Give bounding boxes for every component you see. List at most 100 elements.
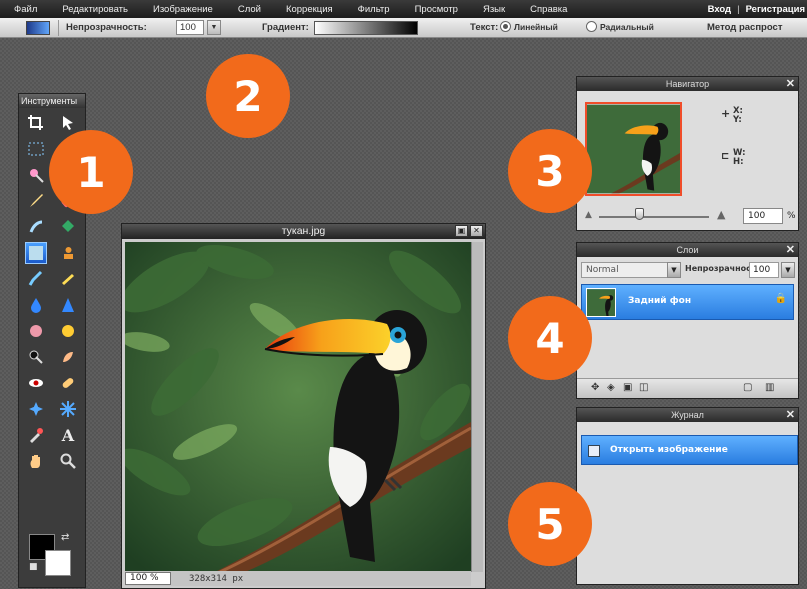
spot-heal-tool-icon[interactable] [57,372,79,394]
image-zoom-input[interactable]: 100 % [125,572,171,585]
maximize-icon[interactable]: ▣ [455,225,468,237]
gradient-preview[interactable] [314,21,418,35]
move-tool-icon[interactable] [57,112,79,134]
sharpen-tool-icon[interactable] [57,294,79,316]
paint-bucket-tool-icon[interactable] [57,216,79,238]
menu-language[interactable]: Язык [483,4,505,15]
navigator-panel: Навигатор ✕ + X: Y: ⊏ W: H: ▲ ▲ 100 % [576,76,799,231]
menu-file[interactable]: Файл [14,4,37,15]
tool-options-bar: Непрозрачность: 100 ▼ Градиент: Текст: Л… [0,18,807,38]
blend-mode-dropdown-icon[interactable]: ▼ [667,262,681,278]
lock-icon[interactable]: 🔒 [775,293,787,304]
gradient-tool-icon[interactable] [26,21,50,35]
type-tool-icon[interactable]: A [57,424,79,446]
close-icon[interactable]: ✕ [786,243,795,257]
crop-tool-icon[interactable] [25,112,47,134]
dodge-tool-icon[interactable] [25,346,47,368]
zoom-in-icon[interactable]: ▲ [717,208,725,221]
callout-badge-2: 2 [206,54,290,138]
magic-wand-tool-icon[interactable] [25,164,47,186]
image-window: тукан.jpg ▣ ✕ 100 % 328x314 px [121,223,486,589]
blend-mode-select[interactable]: Normal [581,262,669,278]
layer-row[interactable]: Задний фон 🔒 [581,284,794,320]
linear-label: Линейный [514,22,558,32]
red-eye-tool-icon[interactable] [25,372,47,394]
image-dimensions: 328x314 px [189,573,244,584]
sponge-tool-icon[interactable] [57,320,79,342]
layer-thumbnail-image [587,289,615,316]
close-icon[interactable]: ✕ [470,225,483,237]
color-replace-tool-icon[interactable] [25,268,47,290]
radial-radio[interactable] [586,21,597,32]
layer-style-icon[interactable]: ✥ [591,382,599,393]
pinch-tool-icon[interactable] [57,398,79,420]
callout-badge-4: 4 [508,296,592,380]
gradient-tool-icon[interactable] [25,242,47,264]
close-icon[interactable]: ✕ [786,77,795,91]
menu-edit[interactable]: Редактировать [62,4,128,15]
menu-adjustment[interactable]: Коррекция [286,4,333,15]
selection-size-icon: ⊏ [721,151,730,162]
navigator-title-text: Навигатор [665,79,710,89]
smudge-finger-tool-icon[interactable] [25,320,47,342]
navigator-preview-image [587,104,680,194]
window-controls: ▣ ✕ [455,225,483,237]
zoom-slider-track[interactable] [599,216,709,218]
opacity-input[interactable]: 100 [176,20,204,35]
bloat-tool-icon[interactable] [25,398,47,420]
close-icon[interactable]: ✕ [786,408,795,422]
menu-filter[interactable]: Фильтр [358,4,390,15]
menu-view[interactable]: Просмотр [415,4,458,15]
history-item[interactable]: Открыть изображение [581,435,798,465]
layers-title-text: Слои [676,245,699,255]
clone-stamp-tool-icon[interactable] [57,242,79,264]
layers-panel: Слои ✕ Normal ▼ Непрозрачность: 100 ▼ За… [576,242,799,399]
swap-colors-icon[interactable]: ⇄ [61,532,69,543]
menu-help[interactable]: Справка [530,4,567,15]
vertical-scrollbar[interactable] [471,242,483,572]
brush-tool-icon[interactable] [25,190,47,212]
drawing-tool-icon[interactable] [57,268,79,290]
layer-mask-icon[interactable]: ◈ [607,382,615,393]
navigator-thumbnail[interactable] [585,102,682,196]
reset-colors-icon[interactable]: ■ [29,562,38,572]
smudge-tool-icon[interactable] [25,216,47,238]
background-color-swatch[interactable] [45,550,71,576]
zoom-tool-icon[interactable] [57,450,79,472]
image-canvas[interactable] [125,242,471,572]
account-separator: | [737,3,740,15]
zoom-out-icon[interactable]: ▲ [585,210,592,220]
register-link[interactable]: Регистрация [746,4,805,15]
layer-opacity-input[interactable]: 100 [749,262,779,278]
blur-tool-icon[interactable] [25,294,47,316]
new-layer-icon[interactable]: ▢ [743,382,752,393]
history-panel: Журнал ✕ Открыть изображение [576,407,799,585]
trash-icon[interactable]: ▥ [765,382,774,393]
document-icon [588,445,600,457]
callout-badge-1: 1 [49,130,133,214]
layer-opacity-dropdown-icon[interactable]: ▼ [781,262,795,278]
options-divider [58,20,59,36]
marquee-tool-icon[interactable] [25,138,47,160]
linear-radio[interactable] [500,21,511,32]
adjustment-icon[interactable]: ◫ [639,382,648,393]
new-folder-icon[interactable]: ▣ [623,382,632,393]
color-picker-tool-icon[interactable] [25,424,47,446]
menu-image[interactable]: Изображение [153,4,213,15]
radial-label: Радиальный [600,22,654,32]
layers-title: Слои ✕ [577,243,798,257]
opacity-label: Непрозрачность: [66,22,147,33]
layer-thumbnail [586,288,616,317]
navigator-zoom-input[interactable]: 100 [743,208,783,224]
layer-actions-bar: ✥ ◈ ▣ ◫ ▢ ▥ [577,378,798,398]
menu-layer[interactable]: Слой [238,4,261,15]
zoom-slider-handle[interactable] [635,208,644,220]
hand-tool-icon[interactable] [25,450,47,472]
text-label: Текст: [470,22,499,33]
opacity-dropdown-button[interactable]: ▼ [207,20,221,35]
login-link[interactable]: Вход [708,4,732,15]
y-coord-label: Y: [733,115,742,125]
history-title: Журнал ✕ [577,408,798,422]
height-label: H: [733,157,744,167]
burn-tool-icon[interactable] [57,346,79,368]
